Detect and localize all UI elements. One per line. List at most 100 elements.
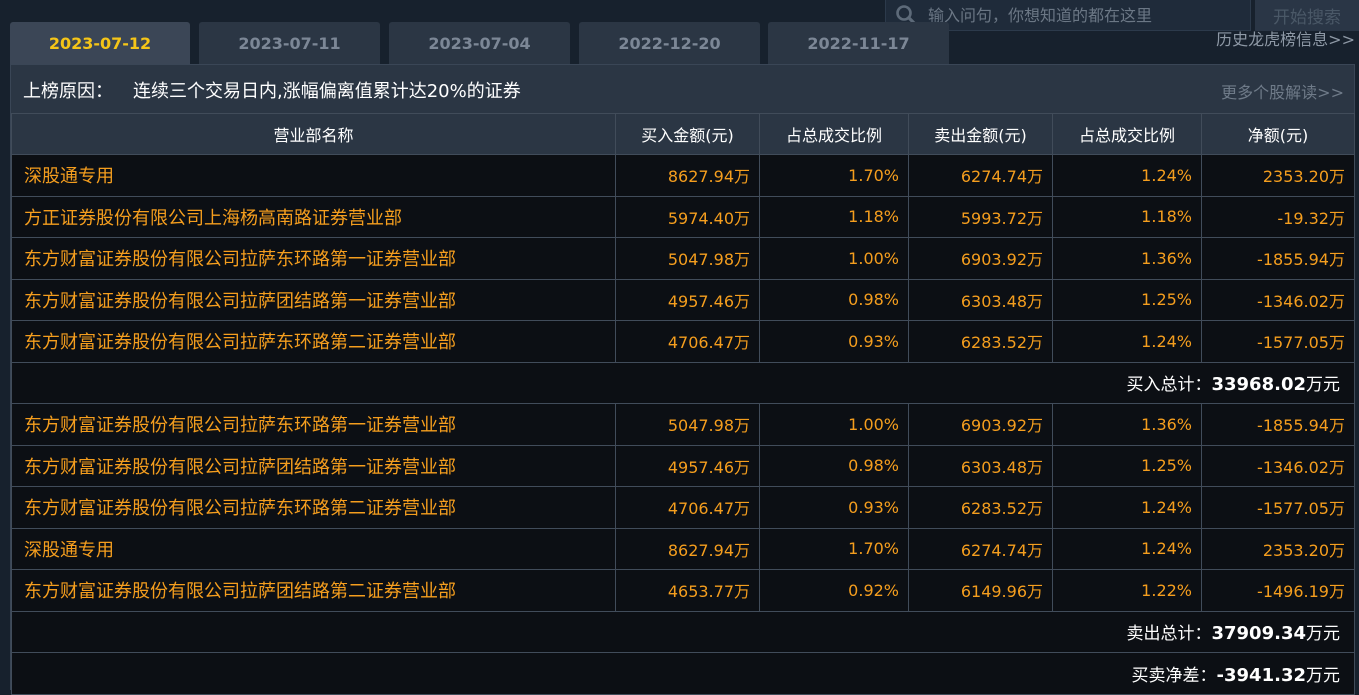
- net-amount: -1855.94万: [1201, 237, 1355, 280]
- buy-ratio: 1.00%: [759, 237, 909, 280]
- net-amount: -1346.02万: [1201, 444, 1355, 487]
- broker-name[interactable]: 深股通专用: [11, 154, 616, 197]
- buy-amount: 4957.46万: [615, 444, 760, 487]
- reason-text: 连续三个交易日内,涨幅偏离值累计达20%的证券: [133, 81, 521, 102]
- broker-name[interactable]: 东方财富证券股份有限公司拉萨东环路第一证券营业部: [11, 403, 616, 446]
- buy-total: 买入总计：33968.02万元: [11, 361, 1355, 404]
- broker-name[interactable]: 东方财富证券股份有限公司拉萨团结路第二证券营业部: [11, 569, 616, 612]
- sell-total-value: 37909.34: [1211, 623, 1306, 645]
- header-sell-ratio: 占总成交比例: [1052, 113, 1202, 155]
- net-amount: -1346.02万: [1201, 278, 1355, 321]
- tab-2022-12-20[interactable]: 2022-12-20: [579, 22, 760, 64]
- net-total-unit: 万元: [1306, 665, 1340, 686]
- sell-amount: 6274.74万: [908, 154, 1053, 197]
- buy-total-label: 买入总计：: [1126, 375, 1212, 396]
- history-link[interactable]: 历史龙虎榜信息>>: [1216, 26, 1355, 50]
- table-row: 深股通专用 8627.94万 1.70% 6274.74万 1.24% 2353…: [11, 527, 1355, 570]
- buy-ratio: 0.93%: [759, 320, 909, 363]
- sell-amount: 6149.96万: [908, 569, 1053, 612]
- table-row: 方正证券股份有限公司上海杨高南路证券营业部 5974.40万 1.18% 599…: [11, 195, 1355, 238]
- sell-amount: 6903.92万: [908, 237, 1053, 280]
- tab-2022-11-17[interactable]: 2022-11-17: [768, 22, 949, 64]
- sell-ratio: 1.22%: [1052, 569, 1202, 612]
- table-row: 东方财富证券股份有限公司拉萨团结路第一证券营业部 4957.46万 0.98% …: [11, 444, 1355, 487]
- dragon-tiger-panel: 上榜原因： 连续三个交易日内,涨幅偏离值累计达20%的证券 更多个股解读>> 营…: [10, 64, 1355, 695]
- tab-2023-07-12[interactable]: 2023-07-12: [10, 22, 190, 64]
- net-total-label: 买卖净差：: [1131, 665, 1217, 686]
- buy-amount: 5974.40万: [615, 195, 760, 238]
- table-header-row: 营业部名称 买入金额(元) 占总成交比例 卖出金额(元) 占总成交比例 净额(元…: [11, 113, 1355, 155]
- reason-label: 上榜原因：: [23, 81, 113, 102]
- broker-name[interactable]: 方正证券股份有限公司上海杨高南路证券营业部: [11, 195, 616, 238]
- sell-amount: 6303.48万: [908, 444, 1053, 487]
- buy-total-unit: 万元: [1306, 375, 1340, 396]
- sell-amount: 6303.48万: [908, 278, 1053, 321]
- buy-total-value: 33968.02: [1211, 374, 1306, 396]
- sell-ratio: 1.24%: [1052, 154, 1202, 197]
- buy-amount: 4653.77万: [615, 569, 760, 612]
- net-amount: -1855.94万: [1201, 403, 1355, 446]
- buy-ratio: 0.98%: [759, 278, 909, 321]
- buy-amount: 5047.98万: [615, 237, 760, 280]
- broker-name[interactable]: 东方财富证券股份有限公司拉萨东环路第二证券营业部: [11, 320, 616, 363]
- buy-ratio: 1.70%: [759, 154, 909, 197]
- broker-name[interactable]: 东方财富证券股份有限公司拉萨东环路第二证券营业部: [11, 486, 616, 529]
- header-buy-ratio: 占总成交比例: [759, 113, 909, 155]
- reason-bar: 上榜原因： 连续三个交易日内,涨幅偏离值累计达20%的证券 更多个股解读>>: [11, 65, 1354, 113]
- buy-amount: 4706.47万: [615, 320, 760, 363]
- broker-name[interactable]: 东方财富证券股份有限公司拉萨东环路第一证券营业部: [11, 237, 616, 280]
- buy-total-row: 买入总计：33968.02万元: [11, 361, 1355, 404]
- sell-ratio: 1.36%: [1052, 237, 1202, 280]
- broker-name[interactable]: 东方财富证券股份有限公司拉萨团结路第一证券营业部: [11, 278, 616, 321]
- broker-name[interactable]: 东方财富证券股份有限公司拉萨团结路第一证券营业部: [11, 444, 616, 487]
- header-buy-amount: 买入金额(元): [615, 113, 760, 155]
- buy-amount: 8627.94万: [615, 154, 760, 197]
- net-amount: 2353.20万: [1201, 527, 1355, 570]
- buy-ratio: 0.98%: [759, 444, 909, 487]
- net-amount: -1496.19万: [1201, 569, 1355, 612]
- net-amount: -1577.05万: [1201, 320, 1355, 363]
- table-row: 东方财富证券股份有限公司拉萨东环路第一证券营业部 5047.98万 1.00% …: [11, 403, 1355, 446]
- sell-amount: 6274.74万: [908, 527, 1053, 570]
- buy-amount: 5047.98万: [615, 403, 760, 446]
- net-amount: -1577.05万: [1201, 486, 1355, 529]
- buy-amount: 4706.47万: [615, 486, 760, 529]
- buy-ratio: 0.92%: [759, 569, 909, 612]
- table-row: 东方财富证券股份有限公司拉萨东环路第一证券营业部 5047.98万 1.00% …: [11, 237, 1355, 280]
- more-analysis-link[interactable]: 更多个股解读>>: [1221, 79, 1344, 103]
- net-total: 买卖净差：-3941.32万元: [11, 652, 1355, 695]
- net-amount: 2353.20万: [1201, 154, 1355, 197]
- header-sell-amount: 卖出金额(元): [908, 113, 1053, 155]
- sell-amount: 6903.92万: [908, 403, 1053, 446]
- buy-ratio: 0.93%: [759, 486, 909, 529]
- net-total-value: -3941.32: [1216, 664, 1306, 686]
- buy-ratio: 1.70%: [759, 527, 909, 570]
- tab-2023-07-11[interactable]: 2023-07-11: [199, 22, 380, 64]
- table-row: 深股通专用 8627.94万 1.70% 6274.74万 1.24% 2353…: [11, 154, 1355, 197]
- header-net-amount: 净额(元): [1201, 113, 1355, 155]
- table-row: 东方财富证券股份有限公司拉萨东环路第二证券营业部 4706.47万 0.93% …: [11, 320, 1355, 363]
- sell-total-label: 卖出总计：: [1126, 624, 1212, 645]
- net-total-row: 买卖净差：-3941.32万元: [11, 652, 1355, 695]
- search-input[interactable]: [928, 2, 1238, 28]
- sell-ratio: 1.25%: [1052, 444, 1202, 487]
- sell-total-unit: 万元: [1306, 624, 1340, 645]
- buy-ratio: 1.00%: [759, 403, 909, 446]
- sell-amount: 6283.52万: [908, 320, 1053, 363]
- tab-2023-07-04[interactable]: 2023-07-04: [389, 22, 570, 64]
- sell-ratio: 1.24%: [1052, 527, 1202, 570]
- buy-amount: 4957.46万: [615, 278, 760, 321]
- broker-table: 营业部名称 买入金额(元) 占总成交比例 卖出金额(元) 占总成交比例 净额(元…: [11, 113, 1355, 695]
- sell-ratio: 1.36%: [1052, 403, 1202, 446]
- buy-ratio: 1.18%: [759, 195, 909, 238]
- table-row: 东方财富证券股份有限公司拉萨东环路第二证券营业部 4706.47万 0.93% …: [11, 486, 1355, 529]
- sell-amount: 5993.72万: [908, 195, 1053, 238]
- buy-amount: 8627.94万: [615, 527, 760, 570]
- sell-total: 卖出总计：37909.34万元: [11, 610, 1355, 653]
- header-broker-name: 营业部名称: [11, 113, 616, 155]
- table-row: 东方财富证券股份有限公司拉萨团结路第一证券营业部 4957.46万 0.98% …: [11, 278, 1355, 321]
- broker-name[interactable]: 深股通专用: [11, 527, 616, 570]
- sell-amount: 6283.52万: [908, 486, 1053, 529]
- sell-ratio: 1.24%: [1052, 320, 1202, 363]
- sell-total-row: 卖出总计：37909.34万元: [11, 610, 1355, 653]
